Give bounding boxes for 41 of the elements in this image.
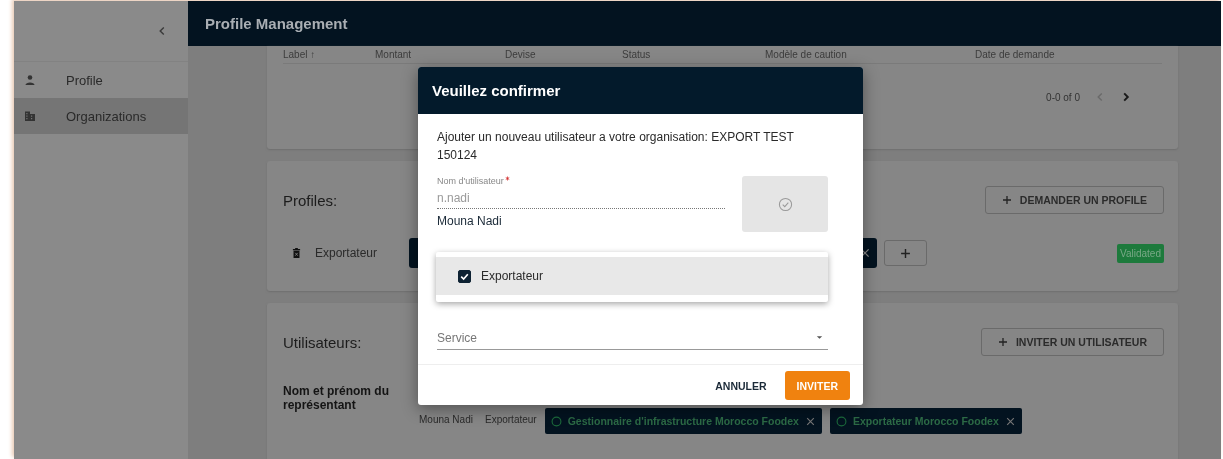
cancel-button[interactable]: ANNULER (709, 378, 773, 393)
username-field[interactable]: Nom d'utilisateur n.nadi (437, 176, 725, 209)
column-header[interactable]: Label ↑ (283, 49, 375, 60)
column-header[interactable]: Montant (375, 49, 505, 60)
column-label: Nom et prénom du représentant (283, 384, 390, 412)
section-title: Profiles: (283, 191, 338, 209)
building-icon (24, 110, 36, 122)
column-header[interactable]: Date de demande (975, 49, 1162, 60)
status-badge: Validated (1117, 243, 1164, 263)
role-chip: Gestionnaire d'infrastructure Morocco Foodex (544, 408, 822, 434)
column-header[interactable]: Devise (505, 49, 622, 60)
checkbox[interactable] (458, 269, 471, 283)
sidebar-item[interactable]: Organizations (14, 98, 188, 134)
dropdown-option[interactable]: Exportateur (436, 257, 828, 295)
dialog-title: Veuillez confirmer (432, 82, 561, 99)
profile-name: Exportateur (315, 246, 379, 260)
dialog-message: Ajouter un nouveau utilisateur a votre organisation: EXPORT TEST 150124 (437, 129, 795, 164)
plus-icon (900, 247, 911, 259)
check-circle-icon (777, 196, 793, 212)
user-profile: Exportateur (485, 414, 537, 425)
request-profile-button[interactable]: DEMANDER UN PROFILE (984, 186, 1164, 214)
pagination-label: 0-0 of 0 (1046, 91, 1080, 103)
trash-icon[interactable] (292, 247, 301, 259)
user-name: Mouna Nadi (419, 414, 474, 425)
invite-button[interactable]: INVITER (784, 371, 850, 400)
role-chip: Exportateur Morocco Foodex (829, 408, 1022, 434)
column-header[interactable]: Status (622, 49, 765, 60)
circle-icon (835, 415, 847, 427)
page-title: Profile Management (205, 15, 348, 32)
plus-icon (1001, 195, 1012, 205)
service-field[interactable]: Service (437, 330, 815, 345)
section-title: Utilisateurs: (283, 333, 362, 351)
sidebar-item[interactable]: Profile (14, 62, 188, 98)
person-icon (24, 74, 36, 86)
column-header[interactable]: Modèle de caution (765, 49, 975, 60)
full-name: Mouna Nadi (437, 214, 503, 228)
invite-user-button[interactable]: INVITER UN UTILISATEUR (980, 328, 1164, 356)
required-mark-icon (504, 176, 510, 181)
circle-icon (550, 415, 562, 427)
plus-icon (997, 337, 1008, 347)
dropdown-caret-icon[interactable] (815, 333, 824, 342)
